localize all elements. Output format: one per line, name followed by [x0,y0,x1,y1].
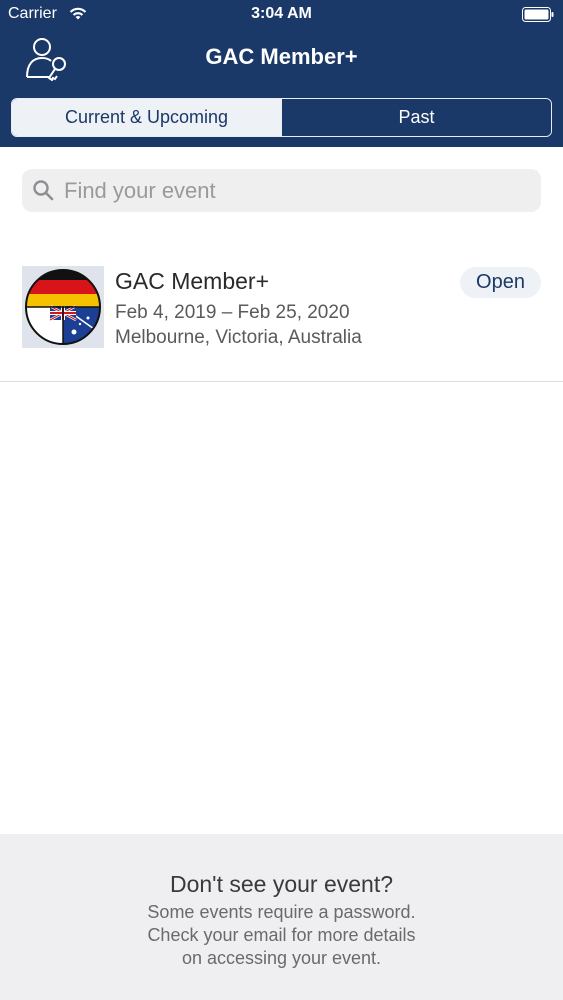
search-bar [22,169,541,212]
page-title: GAC Member+ [205,44,358,69]
footer-help: Don't see your event? Some events requir… [0,834,563,1000]
event-location: Melbourne, Victoria, Australia [115,327,362,348]
segmented-control: Current & Upcoming Past [11,98,552,137]
footer-title: Don't see your event? [169,871,394,897]
footer-message: Some events require a password. Check yo… [0,901,563,970]
footer-line: Some events require a password. [147,902,416,922]
status-bar: Carrier 3:04 AM [0,0,563,30]
open-event-button[interactable]: Open [460,267,541,298]
status-time: 3:04 AM [251,5,312,22]
event-list-item[interactable]: GAC Member+ Feb 4, 2019 – Feb 25, 2020 M… [0,246,563,382]
search-input[interactable] [64,169,524,212]
event-logo [22,266,104,348]
tab-current-upcoming[interactable]: Current & Upcoming [12,99,281,136]
navigation-header: Carrier 3:04 AM GAC Member+ Current & Up… [0,0,563,147]
tab-past[interactable]: Past [281,99,551,136]
footer-line: Check your email for more details [147,925,416,945]
event-dates: Feb 4, 2019 – Feb 25, 2020 [115,302,350,323]
battery-icon [522,7,554,22]
search-icon [33,180,54,201]
footer-line: on accessing your event. [181,948,382,968]
event-name: GAC Member+ [115,268,270,294]
